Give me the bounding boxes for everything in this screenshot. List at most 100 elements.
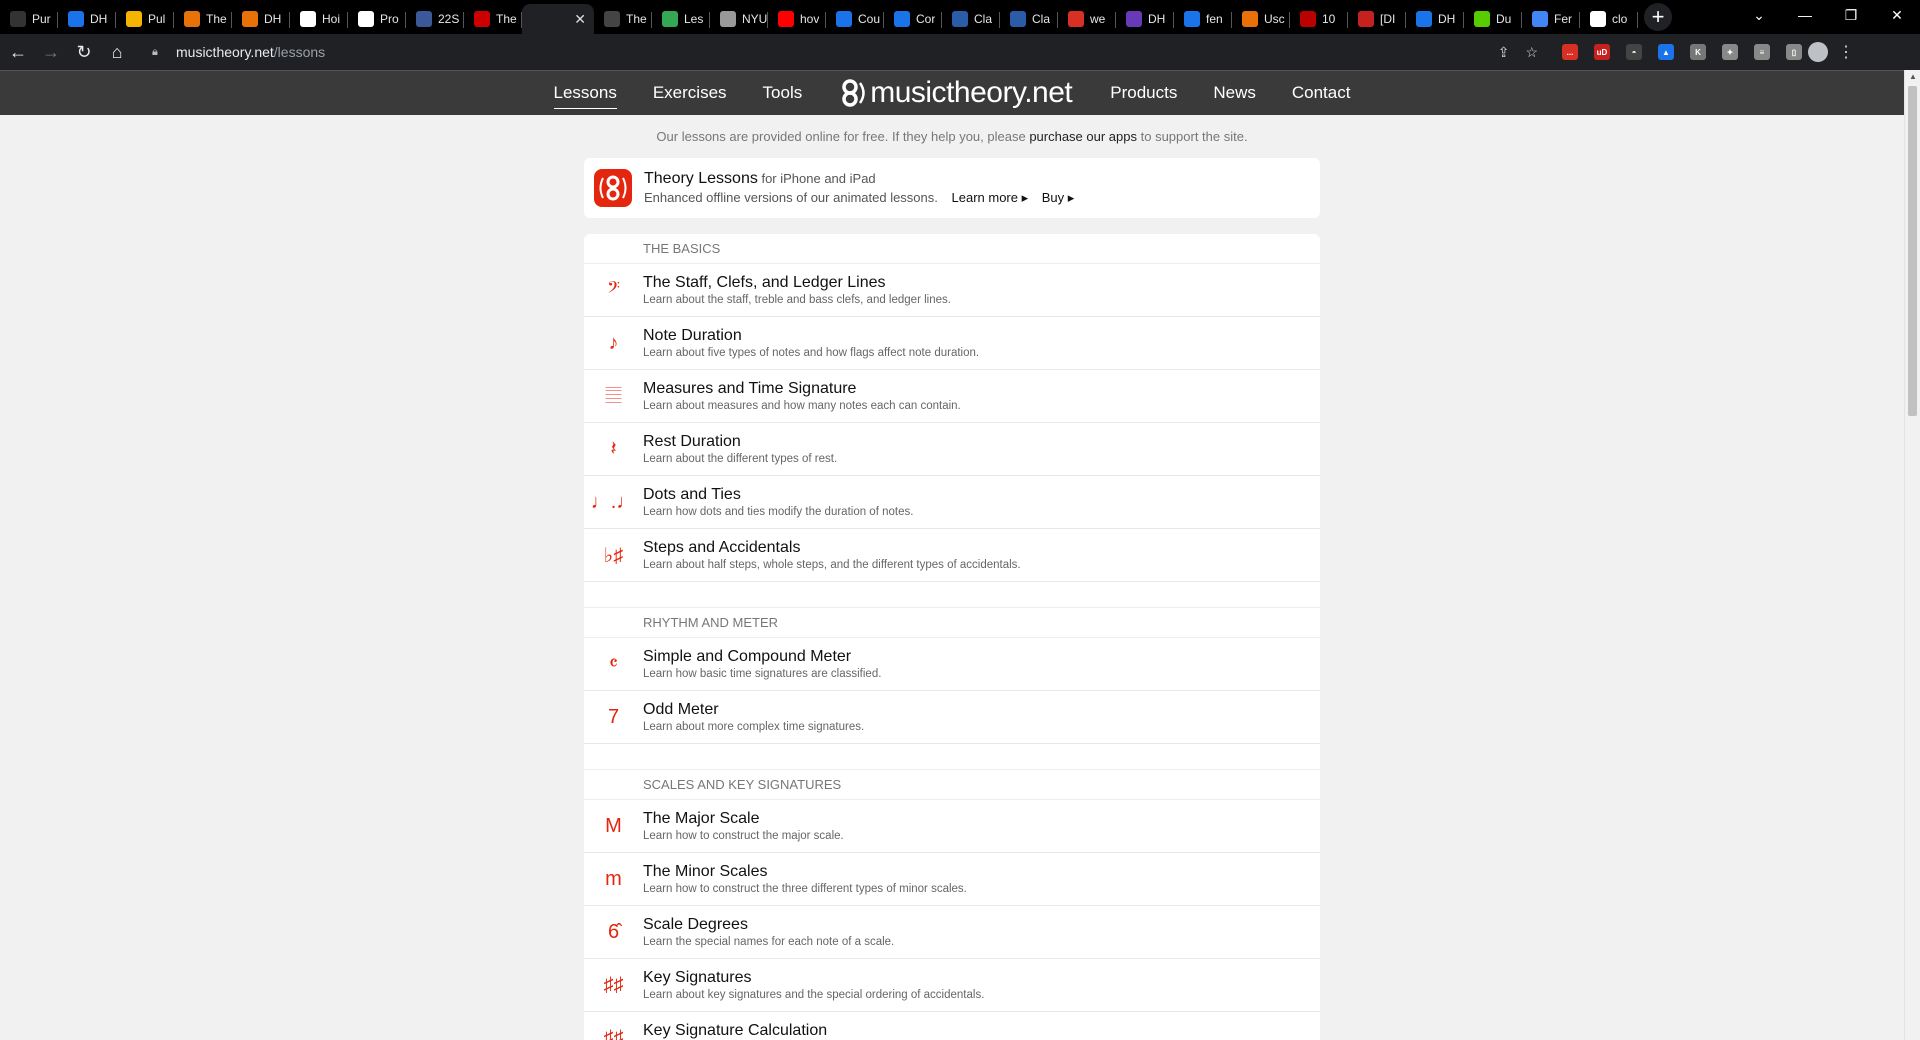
lesson-row[interactable]: M The Major Scale Learn how to construct t… [584, 800, 1320, 853]
tab-title: The [496, 12, 517, 26]
browser-tab[interactable]: DH [58, 4, 116, 34]
nav-exercises[interactable]: Exercises [635, 83, 745, 103]
buy-link[interactable]: Buy ▸ [1042, 190, 1075, 205]
lesson-title[interactable]: Scale Degrees [643, 916, 894, 934]
browser-tab[interactable]: [DI [1348, 4, 1406, 34]
purchase-apps-link[interactable]: purchase our apps [1029, 129, 1137, 144]
nav-products[interactable]: Products [1092, 83, 1195, 103]
lesson-title[interactable]: Simple and Compound Meter [643, 648, 881, 666]
lesson-title[interactable]: Odd Meter [643, 701, 864, 719]
extension-icon[interactable]: ▯ [1786, 44, 1802, 60]
browser-tab[interactable]: Fer [1522, 4, 1580, 34]
lesson-row[interactable]: 6̂ Scale Degrees Learn the special names f… [584, 906, 1320, 959]
browser-tab[interactable]: Cou [826, 4, 884, 34]
theory-lessons-app-icon[interactable] [594, 169, 632, 207]
lesson-row[interactable]: ♪ Note Duration Learn about five types of … [584, 317, 1320, 370]
back-icon[interactable]: ← [3, 37, 33, 67]
learn-more-link[interactable]: Learn more ▸ [952, 190, 1029, 205]
browser-tab[interactable]: DH [232, 4, 290, 34]
lesson-title[interactable]: The Staff, Clefs, and Ledger Lines [643, 274, 951, 292]
lesson-title[interactable]: Measures and Time Signature [643, 380, 961, 398]
browser-tab[interactable]: The [594, 4, 652, 34]
browser-tab[interactable]: 22S [406, 4, 464, 34]
site-logo[interactable]: musictheory.net [840, 76, 1073, 110]
lesson-title[interactable]: Key Signatures [643, 969, 984, 987]
browser-tab-strip: Pur DH Pul The DH Hoi Pro 22S The ✕ The Les NYU hov Co… [0, 0, 1920, 34]
restore-icon[interactable]: ❐ [1828, 0, 1874, 30]
tab-title: we [1090, 12, 1106, 26]
new-tab-button[interactable]: + [1644, 3, 1672, 31]
bookmark-star-icon[interactable]: ☆ [1525, 44, 1538, 61]
browser-tab[interactable]: Pro [348, 4, 406, 34]
lesson-title[interactable]: Rest Duration [643, 433, 837, 451]
browser-tab[interactable]: we [1058, 4, 1116, 34]
home-icon[interactable]: ⌂ [102, 37, 132, 67]
lesson-row[interactable]: ♯♯Key Signature CalculationLearn a metho… [584, 1012, 1320, 1040]
menu-icon[interactable]: ⋮ [1838, 42, 1854, 62]
share-icon[interactable]: ⇪ [1498, 44, 1510, 61]
lesson-row[interactable]: 𝄴 Simple and Compound Meter Learn how basi… [584, 638, 1320, 691]
browser-tab[interactable]: Hoi [290, 4, 348, 34]
browser-tab[interactable]: Cor [884, 4, 942, 34]
lesson-icon: 𝄴 [609, 652, 618, 675]
browser-tab[interactable]: Pur [0, 4, 58, 34]
nav-lessons[interactable]: Lessons [536, 83, 635, 109]
lesson-title[interactable]: The Minor Scales [643, 863, 967, 881]
browser-tab[interactable]: hov [768, 4, 826, 34]
section-heading: THE BASICS [584, 234, 1320, 264]
nav-tools[interactable]: Tools [745, 83, 821, 103]
lesson-row[interactable]: 𝄽 Rest Duration Learn about the different … [584, 423, 1320, 476]
lesson-row[interactable]: ♩.♩ Dots and Ties Learn how dots and ties … [584, 476, 1320, 529]
lesson-title[interactable]: Note Duration [643, 327, 979, 345]
browser-tab[interactable]: DH [1406, 4, 1464, 34]
browser-tab[interactable]: Les [652, 4, 710, 34]
close-window-icon[interactable]: ✕ [1874, 0, 1920, 30]
browser-tab[interactable]: fen [1174, 4, 1232, 34]
browser-tab[interactable]: Pul [116, 4, 174, 34]
browser-tab[interactable]: Cla [942, 4, 1000, 34]
close-tab-icon[interactable]: ✕ [574, 11, 586, 28]
reload-icon[interactable]: ↻ [69, 37, 99, 67]
lesson-title[interactable]: Key Signature Calculation [643, 1022, 958, 1040]
browser-tab[interactable]: 10 [1290, 4, 1348, 34]
scroll-up-icon[interactable]: ▲ [1909, 72, 1917, 81]
nav-contact[interactable]: Contact [1274, 83, 1369, 103]
lesson-title[interactable]: The Major Scale [643, 810, 844, 828]
tab-search-icon[interactable]: ⌄ [1736, 0, 1782, 30]
lesson-row[interactable]: 7 Odd Meter Learn about more complex time … [584, 691, 1320, 744]
extension-icon[interactable]: uD [1594, 44, 1610, 60]
extension-icon[interactable]: ✦ [1722, 44, 1738, 60]
address-bar[interactable]: 🔒︎ musictheory.net/lessons ⇪ ☆ [142, 38, 1552, 66]
scrollbar-thumb[interactable] [1908, 86, 1917, 416]
lesson-row[interactable]: 𝄢 The Staff, Clefs, and Ledger Lines Learn… [584, 264, 1320, 317]
profile-avatar[interactable] [1808, 42, 1828, 62]
extension-icon[interactable]: ... [1562, 44, 1578, 60]
browser-tab[interactable]: The [174, 4, 232, 34]
forward-icon[interactable]: → [36, 37, 66, 67]
browser-tab[interactable]: clo [1580, 4, 1638, 34]
lesson-title[interactable]: Steps and Accidentals [643, 539, 1021, 557]
lesson-title[interactable]: Dots and Ties [643, 486, 913, 504]
browser-tab[interactable]: ✕ [522, 4, 594, 34]
nav-news[interactable]: News [1195, 83, 1274, 103]
browser-tab[interactable]: Usc [1232, 4, 1290, 34]
lesson-row[interactable]: ♭♯ Steps and Accidentals Learn about half … [584, 529, 1320, 582]
browser-tab[interactable]: DH [1116, 4, 1174, 34]
page-scrollbar[interactable]: ▲ [1904, 70, 1920, 1040]
browser-tab[interactable]: Cla [1000, 4, 1058, 34]
tab-title: Du [1496, 12, 1512, 26]
extension-icon[interactable]: ▲ [1658, 44, 1674, 60]
extension-icon[interactable]: ≡ [1754, 44, 1770, 60]
promo-title[interactable]: Theory Lessons for iPhone and iPad [644, 170, 1074, 188]
browser-tab[interactable]: Du [1464, 4, 1522, 34]
browser-tab[interactable]: NYU [710, 4, 768, 34]
lock-icon[interactable]: 🔒︎ [152, 46, 168, 59]
extension-icon[interactable]: ◓ [1626, 44, 1642, 60]
lesson-row[interactable]: 𝄚 Measures and Time Signature Learn about … [584, 370, 1320, 423]
minimize-icon[interactable]: — [1782, 0, 1828, 30]
browser-tab[interactable]: The [464, 4, 522, 34]
lesson-row[interactable]: m The Minor Scales Learn how to construct … [584, 853, 1320, 906]
tab-favicon-icon [68, 11, 84, 27]
extension-icon[interactable]: K [1690, 44, 1706, 60]
lesson-row[interactable]: ♯♯ Key Signatures Learn about key signatur… [584, 959, 1320, 1012]
